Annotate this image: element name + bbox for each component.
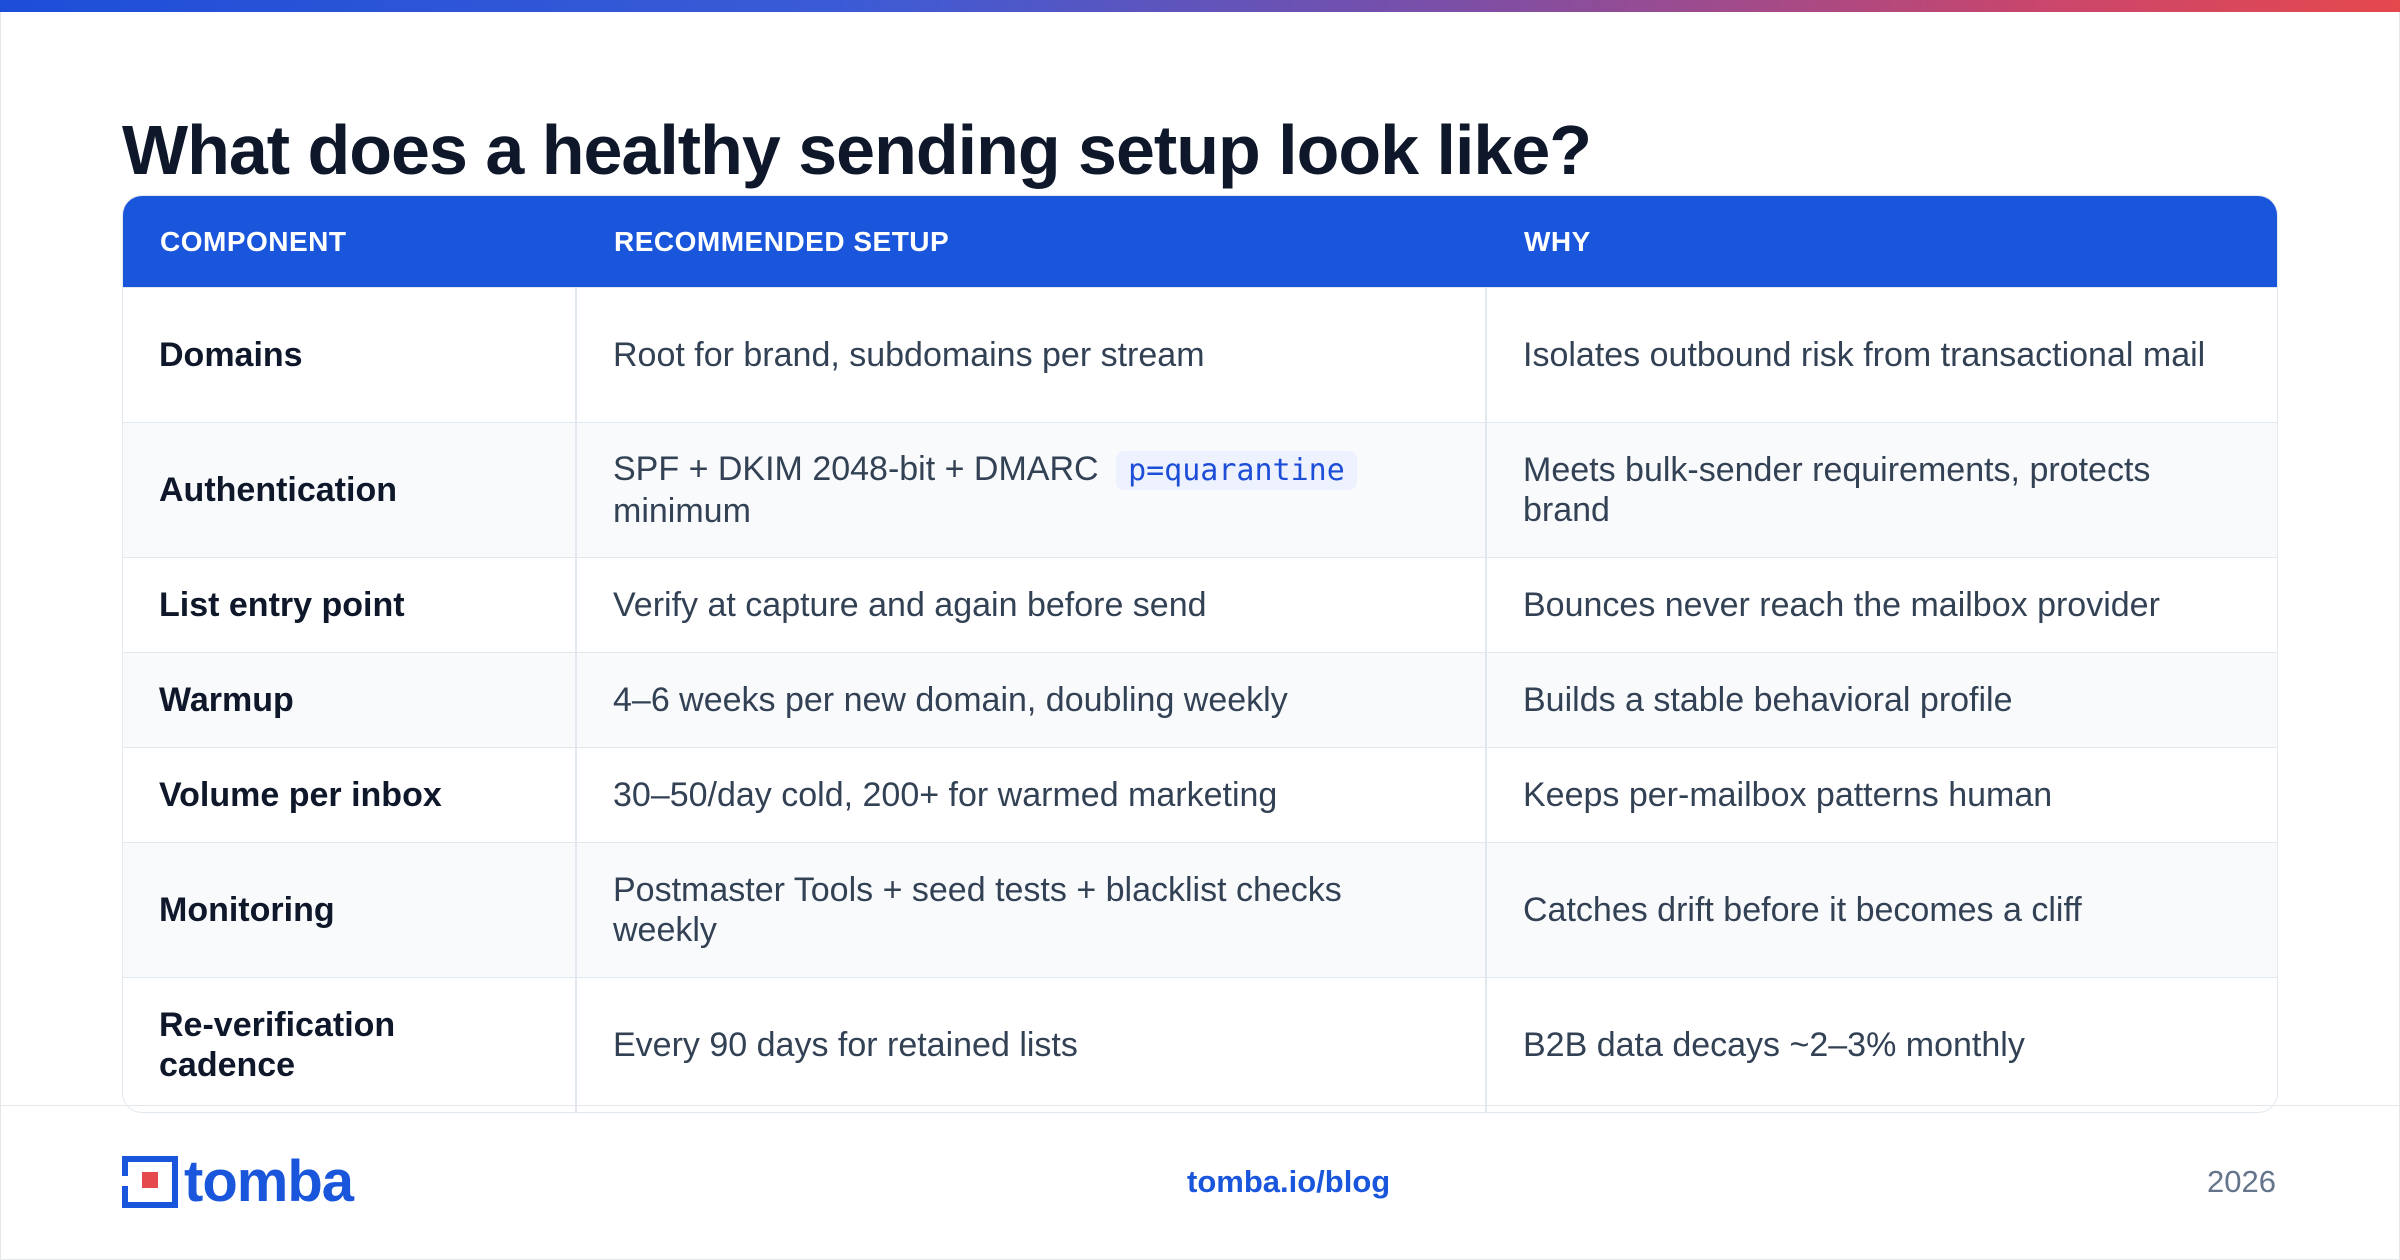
footer-divider [0,1105,2400,1106]
page-title: What does a healthy sending setup look l… [122,111,1592,189]
setup-table: COMPONENT RECOMMENDED SETUP WHY Domains … [122,195,2278,1113]
cell-setup: Every 90 days for retained lists [577,978,1487,1112]
inline-code: p=quarantine [1116,451,1357,490]
cell-setup: Postmaster Tools + seed tests + blacklis… [577,843,1487,977]
cell-why: Meets bulk-sender requirements, protects… [1523,451,2151,529]
footer-year: 2026 [2207,1164,2276,1199]
cell-component: Warmup [123,653,577,747]
cell-component: List entry point [123,558,577,652]
setup-text-block: SPF + DKIM 2048-bit + DMARC p=quarantine… [613,449,1357,531]
cell-setup: Root for brand, subdomains per stream [577,288,1487,422]
cell-component: Volume per inbox [123,748,577,842]
setup-text-continued: minimum [613,492,751,530]
cell-why: Builds a stable behavioral profile [1523,681,2013,719]
setup-text: SPF + DKIM 2048-bit + DMARC [613,450,1099,488]
tomba-logo-icon [122,1156,178,1208]
cell-setup: 30–50/day cold, 200+ for warmed marketin… [577,748,1487,842]
cell-component: Domains [123,288,577,422]
header-why: WHY [1524,225,1591,257]
cell-component: Authentication [123,423,577,557]
table-row: Volume per inbox 30–50/day cold, 200+ fo… [123,747,2277,842]
cell-component: Monitoring [123,843,577,977]
table-row: List entry point Verify at capture and a… [123,557,2277,652]
table-row: Authentication SPF + DKIM 2048-bit + DMA… [123,422,2277,557]
table-row: Monitoring Postmaster Tools + seed tests… [123,842,2277,977]
blog-link[interactable]: tomba.io/blog [1187,1164,1390,1200]
gradient-top-bar [0,0,2400,12]
cell-why: B2B data decays ~2–3% monthly [1523,1026,2025,1064]
cell-component: Re-verification cadence [123,978,577,1112]
cell-why: Catches drift before it becomes a cliff [1523,891,2082,929]
cell-why: Keeps per-mailbox patterns human [1523,776,2053,814]
header-component: COMPONENT [160,225,347,257]
cell-setup: SPF + DKIM 2048-bit + DMARC p=quarantine… [577,423,1487,557]
cell-why: Isolates outbound risk from transactiona… [1523,336,2206,374]
table-row: Warmup 4–6 weeks per new domain, doublin… [123,652,2277,747]
cell-setup: Verify at capture and again before send [577,558,1487,652]
cell-why: Bounces never reach the mailbox provider [1523,586,2160,624]
tomba-logo[interactable]: tomba [122,1149,354,1214]
table-header: COMPONENT RECOMMENDED SETUP WHY [123,196,2277,287]
table-row: Re-verification cadence Every 90 days fo… [123,977,2277,1112]
table-row: Domains Root for brand, subdomains per s… [123,287,2277,422]
cell-setup: 4–6 weeks per new domain, doubling weekl… [577,653,1487,747]
logo-wordmark: tomba [184,1149,354,1214]
header-recommended-setup: RECOMMENDED SETUP [614,225,950,257]
